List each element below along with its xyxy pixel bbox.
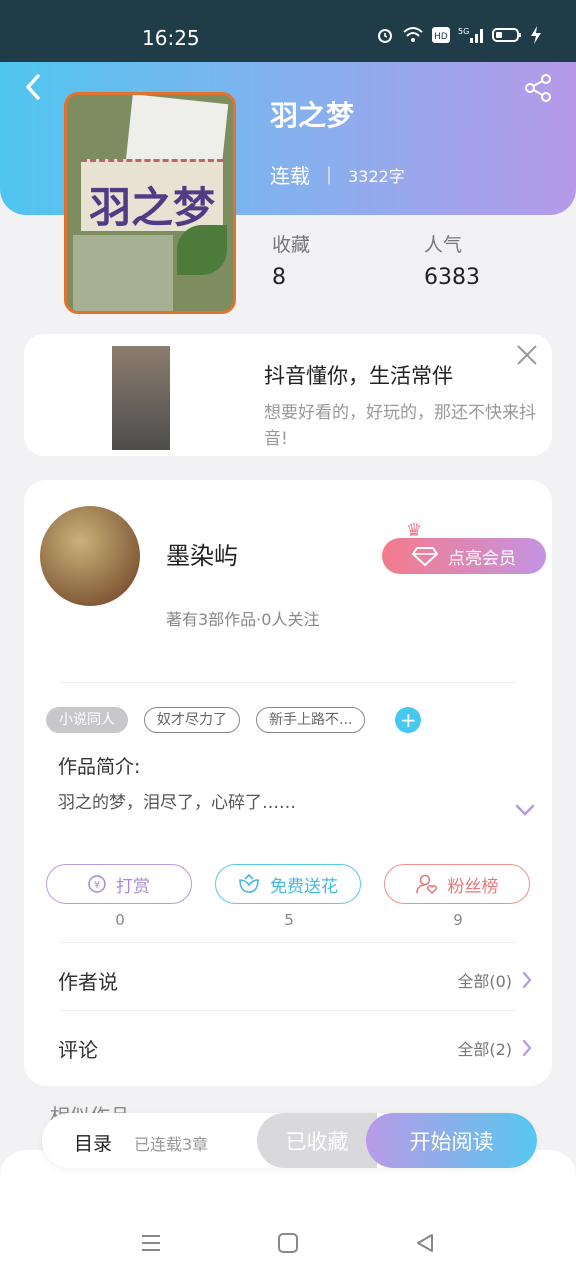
book-status: 连载 <box>270 164 310 188</box>
send-flower-label: 免费送花 <box>270 876 338 897</box>
author-says-count: 全部(0) <box>457 972 512 991</box>
wifi-icon <box>402 26 424 48</box>
comments-count: 全部(2) <box>457 1040 512 1059</box>
chevron-right-icon <box>522 1039 532 1057</box>
5g-signal-icon: 5G <box>458 26 484 48</box>
alarm-icon <box>376 26 394 48</box>
ad-close-button[interactable] <box>516 344 538 366</box>
send-flower-button[interactable]: 免费送花 5 <box>215 864 361 929</box>
tag-item[interactable]: 小说同人 <box>46 707 128 733</box>
reward-button[interactable]: ¥ 打赏 0 <box>46 864 192 929</box>
flower-count: 5 <box>284 911 294 929</box>
status-time: 16:25 <box>142 26 200 50</box>
back-nav-button[interactable] <box>414 1232 438 1256</box>
charging-icon <box>530 26 542 48</box>
book-title: 羽之梦 <box>270 99 355 132</box>
ad-banner[interactable]: 抖音懂你，生活常伴 想要好看的，好玩的，那还不快来抖音! <box>24 334 552 456</box>
reward-count: 0 <box>115 911 125 929</box>
tag-list: 小说同人 奴才尽力了 新手上路不... + <box>46 707 422 733</box>
toc-button[interactable]: 目录 <box>74 1129 112 1156</box>
reading-action-bar: 目录 已连载3章 已收藏 开始阅读 <box>42 1113 537 1168</box>
system-nav-bar <box>0 1218 576 1268</box>
cover-sketch-bottom <box>73 235 173 311</box>
stat-label: 收藏 <box>272 234 311 256</box>
user-heart-icon <box>415 874 437 895</box>
divider <box>60 1010 516 1011</box>
start-reading-button[interactable]: 开始阅读 <box>366 1113 537 1168</box>
menu-icon <box>142 1235 160 1251</box>
comments-title: 评论 <box>58 1037 98 1062</box>
avatar[interactable] <box>40 506 140 606</box>
share-button[interactable] <box>524 74 552 102</box>
fans-ranking-button[interactable]: 粉丝榜 9 <box>384 864 530 929</box>
ad-description: 想要好看的，好玩的，那还不快来抖音! <box>264 403 536 449</box>
divider <box>60 942 516 943</box>
intro-title: 作品简介: <box>58 756 141 778</box>
author-stats: 著有3部作品·0人关注 <box>166 610 320 629</box>
back-button[interactable] <box>22 72 48 102</box>
home-square-icon <box>278 1233 298 1253</box>
stat-value: 6383 <box>424 265 480 290</box>
svg-text:¥: ¥ <box>94 880 100 891</box>
svg-text:5G: 5G <box>458 27 469 36</box>
divider <box>60 682 516 683</box>
close-icon <box>517 345 537 365</box>
vip-button[interactable]: 点亮会员 <box>382 538 546 574</box>
comments-all[interactable]: 全部(2) <box>457 1036 532 1060</box>
chevron-down-icon <box>515 804 535 816</box>
stat-popularity: 人气 6383 <box>424 230 480 290</box>
hd-icon: HD <box>432 26 450 48</box>
add-tag-button[interactable]: + <box>395 707 422 733</box>
diamond-icon <box>412 547 438 566</box>
comments-row[interactable]: 评论 全部(2) <box>58 1028 532 1068</box>
ad-thumbnail <box>112 346 170 450</box>
svg-text:HD: HD <box>434 32 448 42</box>
cover-title-card: 羽之梦 <box>81 159 223 232</box>
back-triangle-icon <box>417 1234 433 1252</box>
tag-item[interactable]: 新手上路不... <box>256 707 366 733</box>
expand-intro-button[interactable] <box>514 802 536 818</box>
chapter-count: 已连载3章 <box>134 1135 209 1154</box>
menu-nav-button[interactable] <box>140 1232 164 1256</box>
chevron-left-icon <box>26 74 40 100</box>
ad-title: 抖音懂你，生活常伴 <box>264 364 453 388</box>
battery-icon <box>492 26 522 48</box>
fans-count: 9 <box>453 911 463 929</box>
yen-icon: ¥ <box>88 875 106 893</box>
fans-ranking-label: 粉丝榜 <box>447 876 499 897</box>
home-nav-button[interactable] <box>277 1232 301 1256</box>
author-name[interactable]: 墨染屿 <box>166 536 238 571</box>
stat-value: 8 <box>272 265 286 290</box>
author-says-all[interactable]: 全部(0) <box>457 968 532 992</box>
author-card: 墨染屿 ♛ 点亮会员 著有3部作品·0人关注 小说同人 奴才尽力了 新手上路不.… <box>24 480 552 1086</box>
book-word-count: 3322字 <box>348 166 405 186</box>
book-meta: 连载 | 3322字 <box>270 160 405 189</box>
cover-leaf <box>177 225 227 275</box>
stat-label: 人气 <box>424 234 463 256</box>
collected-button[interactable]: 已收藏 <box>257 1113 377 1168</box>
stat-favorites: 收藏 8 <box>272 230 310 290</box>
chevron-right-icon <box>522 971 532 989</box>
intro-text: 羽之的梦，泪尽了，心碎了…… <box>58 793 296 813</box>
reward-label: 打赏 <box>116 876 150 897</box>
vip-button-label: 点亮会员 <box>448 548 516 569</box>
status-icons: HD 5G <box>376 26 542 48</box>
meta-divider: | <box>326 164 333 185</box>
author-says-title: 作者说 <box>58 969 118 994</box>
share-icon <box>525 74 551 102</box>
book-cover[interactable]: 羽之梦 <box>64 92 236 314</box>
status-bar: 16:25 HD 5G <box>0 0 576 62</box>
tag-item[interactable]: 奴才尽力了 <box>144 707 240 733</box>
flower-icon <box>239 874 259 893</box>
author-says-row[interactable]: 作者说 全部(0) <box>58 960 532 1000</box>
